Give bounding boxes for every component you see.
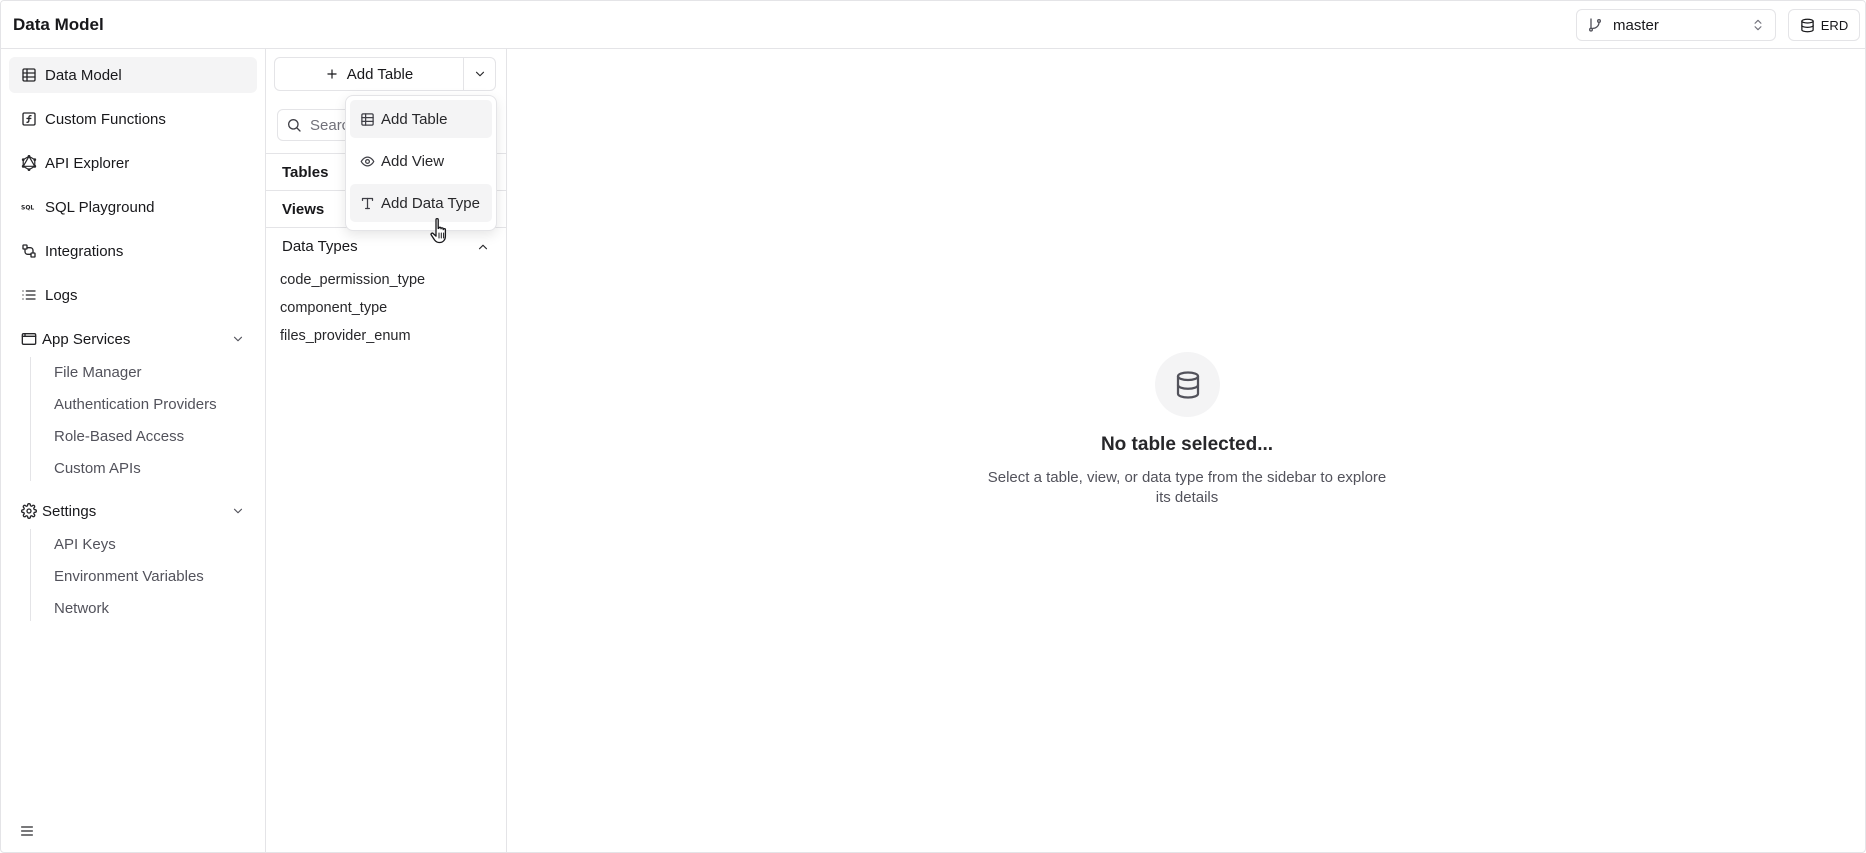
app-window: Data Model master ERD Data Model Custom … [0, 0, 1866, 853]
menu-item-add-data-type[interactable]: Add Data Type [350, 184, 492, 222]
branch-select[interactable]: master [1576, 9, 1776, 41]
database-icon [1800, 18, 1815, 33]
gear-icon [21, 503, 37, 519]
sidebar-item-data-model[interactable]: Data Model [9, 57, 257, 93]
graphql-icon [21, 155, 37, 171]
sidebar-group-label: App Services [42, 330, 131, 348]
sidebar-item-label: Custom Functions [45, 110, 166, 128]
list-icon [21, 287, 37, 303]
sidebar-item-integrations[interactable]: Integrations [9, 233, 257, 269]
sidebar: Data Model Custom Functions API Explorer… [1, 49, 266, 852]
top-bar: Data Model master ERD [1, 1, 1865, 49]
data-type-item[interactable]: files_provider_enum [280, 326, 411, 346]
chevron-down-icon [231, 332, 245, 346]
chevron-up-icon [476, 240, 490, 254]
chevron-down-icon [231, 504, 245, 518]
sidebar-subitem-environment-variables[interactable]: Environment Variables [54, 567, 204, 587]
app-window-icon [21, 331, 37, 347]
collapse-sidebar-button[interactable] [19, 823, 35, 839]
sidebar-item-api-explorer[interactable]: API Explorer [9, 145, 257, 181]
svg-text:SQL: SQL [21, 205, 34, 212]
erd-label: ERD [1820, 17, 1849, 33]
app-services-subitems: File Manager Authentication Providers Ro… [30, 357, 250, 481]
add-table-button[interactable]: Add Table [274, 57, 464, 91]
sidebar-group-app-services[interactable]: App Services [9, 321, 257, 357]
sidebar-subitem-file-manager[interactable]: File Manager [54, 363, 142, 383]
menu-item-label: Add Data Type [381, 194, 480, 212]
sidebar-subitem-authentication-providers[interactable]: Authentication Providers [54, 395, 217, 415]
empty-state-description: Select a table, view, or data type from … [987, 469, 1387, 506]
sql-icon: SQL [21, 199, 37, 215]
sidebar-item-label: API Explorer [45, 154, 130, 172]
menu-item-label: Add View [381, 152, 445, 170]
empty-state-icon-circle [1155, 352, 1220, 417]
erd-button[interactable]: ERD [1788, 9, 1860, 41]
sidebar-subitem-api-keys[interactable]: API Keys [54, 535, 116, 555]
plus-icon [325, 67, 339, 81]
menu-item-add-table[interactable]: Add Table [350, 100, 492, 138]
sidebar-item-logs[interactable]: Logs [9, 277, 257, 313]
table-grid-icon [21, 67, 37, 83]
search-icon [286, 117, 302, 133]
sidebar-item-label: Data Model [45, 66, 122, 84]
sidebar-item-label: Logs [45, 286, 78, 304]
sidebar-subitem-network[interactable]: Network [54, 599, 109, 619]
database-icon [1173, 370, 1203, 400]
table-grid-icon [360, 112, 375, 127]
section-data-types[interactable]: Data Types [266, 227, 506, 264]
eye-icon [360, 154, 375, 169]
git-branch-icon [1587, 17, 1603, 33]
add-table-label: Add Table [346, 65, 414, 83]
sidebar-item-sql-playground[interactable]: SQL SQL Playground [9, 189, 257, 225]
menu-item-add-view[interactable]: Add View [350, 142, 492, 180]
type-icon [360, 196, 375, 211]
main-content: No table selected... Select a table, vie… [507, 49, 1865, 852]
sidebar-item-custom-functions[interactable]: Custom Functions [9, 101, 257, 137]
integrations-icon [21, 243, 37, 259]
menu-item-label: Add Table [381, 110, 448, 128]
sidebar-group-settings[interactable]: Settings [9, 493, 257, 529]
chevrons-up-down-icon [1751, 18, 1765, 32]
data-type-item[interactable]: component_type [280, 298, 387, 318]
sidebar-item-label: Integrations [45, 242, 124, 260]
page-title: Data Model [13, 15, 104, 34]
data-type-item[interactable]: code_permission_type [280, 270, 425, 290]
sidebar-group-label: Settings [42, 502, 97, 520]
chevron-down-icon [473, 67, 487, 81]
section-label: Tables [282, 163, 329, 181]
pointer-cursor-icon [429, 217, 451, 245]
branch-value: master [1613, 16, 1659, 34]
sidebar-item-label: SQL Playground [45, 198, 155, 216]
sidebar-subitem-role-based-access[interactable]: Role-Based Access [54, 427, 184, 447]
empty-state-title: No table selected... [1100, 434, 1274, 455]
sidebar-subitem-custom-apis[interactable]: Custom APIs [54, 459, 141, 479]
function-icon [21, 111, 37, 127]
section-label: Data Types [282, 237, 358, 255]
add-menu-dropdown: Add Table Add View Add Data Type [345, 95, 497, 231]
add-menu-toggle[interactable] [463, 57, 496, 91]
settings-subitems: API Keys Environment Variables Network [30, 529, 250, 621]
section-label: Views [282, 200, 325, 218]
